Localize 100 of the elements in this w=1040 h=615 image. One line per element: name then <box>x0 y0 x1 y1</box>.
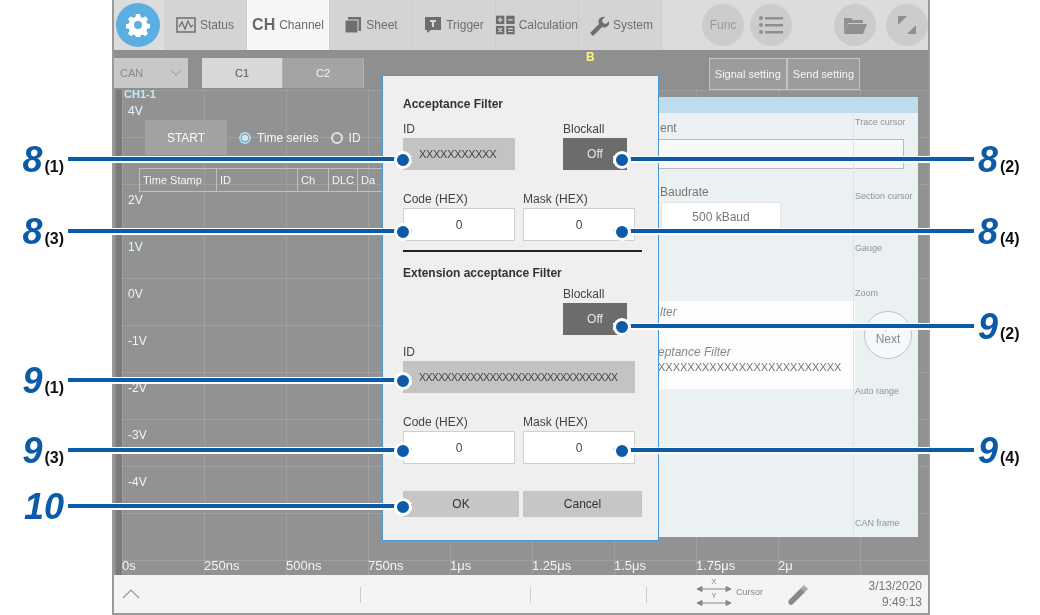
axis-label: 2μ <box>778 558 794 573</box>
axis-label: 0V <box>128 287 144 303</box>
usb-drive-icon <box>786 583 810 607</box>
axis-label: 2V <box>128 193 144 209</box>
toolbar-tab[interactable]: Sheet <box>330 0 413 50</box>
callout-part: (4) <box>1000 449 1020 467</box>
callout-part: (4) <box>1000 230 1020 248</box>
axis-label: 250ns <box>204 558 241 573</box>
field-label: Mask (HEX) <box>523 192 589 208</box>
cursor-label: Cursor <box>736 587 763 597</box>
folder-button[interactable] <box>834 4 876 46</box>
setting-button[interactable]: Send setting <box>786 58 860 90</box>
view-radio[interactable]: Time series <box>239 130 319 145</box>
callout-number: 9 <box>978 309 999 345</box>
callout-part: (3) <box>44 230 64 248</box>
settings-icon <box>126 13 150 37</box>
blockall-toggle[interactable]: Off <box>563 138 627 170</box>
chevron-up-icon[interactable] <box>122 589 140 599</box>
toolbar-tab[interactable]: Calculation <box>496 0 579 50</box>
axis-label: 1.75μs <box>696 558 737 573</box>
callout-number: 8 <box>978 214 999 250</box>
field-label: Blockall <box>563 287 606 303</box>
cursor-marker-label: B <box>586 50 595 64</box>
toolbar-tab[interactable]: System <box>579 0 662 50</box>
menu-item[interactable]: Trace cursor <box>855 117 906 127</box>
axis-label: 1V <box>128 240 144 256</box>
callout-number: 9 <box>978 433 999 469</box>
calculator-icon <box>496 15 515 35</box>
callout-part: (2) <box>1000 158 1020 176</box>
field-label: Baudrate <box>660 185 709 199</box>
axis-label: 750ns <box>368 558 405 573</box>
callout-number: 9 <box>22 433 43 469</box>
waveform-icon <box>176 17 196 33</box>
toolbar-tab[interactable]: Trigger <box>413 0 496 50</box>
view-radio[interactable]: ID <box>330 130 361 145</box>
trigger-icon <box>424 16 443 34</box>
date-text: 3/13/2020 <box>868 578 922 594</box>
folder-icon <box>843 15 867 35</box>
field-label: ID <box>403 122 416 138</box>
axis-label: -4V <box>128 475 147 491</box>
axis-label: 0s <box>122 558 137 573</box>
expand-button[interactable] <box>886 4 928 46</box>
axis-label: 1.25μs <box>532 558 573 573</box>
toolbar-tab[interactable]: CH Channel <box>247 0 330 50</box>
setting-button[interactable]: Signal setting <box>708 58 787 90</box>
id-field[interactable]: XXXXXXXXXXX <box>403 138 515 170</box>
settings-button[interactable] <box>116 3 160 47</box>
cursor-button[interactable]: X Y Cursor <box>696 578 763 606</box>
section-title: Acceptance Filter <box>403 97 505 113</box>
callout-part: (1) <box>44 379 64 397</box>
axis-letter: Y <box>711 592 717 600</box>
double-arrow-icon <box>696 600 732 606</box>
field-label: Mask (HEX) <box>523 415 589 431</box>
column-header: Da <box>360 173 377 188</box>
menu-item[interactable]: CAN frame <box>855 518 900 528</box>
dialog-button[interactable]: OK <box>403 491 519 517</box>
field-label: Code (HEX) <box>403 192 469 208</box>
menu-item[interactable]: Gauge <box>855 243 883 253</box>
time-text: 9:49:13 <box>881 594 922 610</box>
sheets-icon <box>344 16 363 34</box>
mask-field[interactable]: 0 <box>523 208 635 241</box>
callout-part: (3) <box>44 449 64 467</box>
code-field[interactable]: 0 <box>403 431 515 464</box>
menu-item[interactable]: Auto range <box>855 386 900 396</box>
menu-item[interactable]: Section cursor <box>855 191 913 201</box>
dialog-button[interactable]: Cancel <box>523 491 642 517</box>
callout-number: 8 <box>22 142 43 178</box>
double-arrow-icon <box>696 586 732 592</box>
code-field[interactable]: 0 <box>403 208 515 241</box>
axis-label: 500ns <box>286 558 323 573</box>
axis-letter: X <box>711 578 717 586</box>
field-label: ID <box>403 345 416 361</box>
callout-part: (1) <box>44 158 64 176</box>
field-label: Code (HEX) <box>403 415 469 431</box>
axis-label: 1μs <box>450 558 473 573</box>
axis-label: 4V <box>128 104 143 118</box>
module-dropdown[interactable]: CAN <box>114 58 188 88</box>
callout-number: 8 <box>22 214 43 250</box>
toolbar-tab[interactable]: Status <box>164 0 247 50</box>
id-field[interactable]: XXXXXXXXXXXXXXXXXXXXXXXXXXXXXXX <box>403 361 635 393</box>
section-title: Extension acceptance Filter <box>403 266 563 282</box>
filter-label: eptance Filter <box>658 345 731 359</box>
menu-item[interactable]: Zoom <box>855 288 878 298</box>
mask-field[interactable]: 0 <box>523 431 635 464</box>
list-icon <box>759 16 783 34</box>
channel-tab[interactable]: C1 <box>202 58 283 88</box>
blockall-toggle[interactable]: Off <box>563 303 627 335</box>
channel-tab[interactable]: C2 <box>283 58 364 88</box>
field-label: Blockall <box>563 122 606 138</box>
filter-id-text: XXXXXXXXXXXXXXXXXXXXXXXXX <box>658 361 842 373</box>
chevron-down-icon <box>170 69 182 77</box>
list-button[interactable] <box>750 4 792 46</box>
callout-number: 9 <box>22 363 43 399</box>
expand-icon <box>896 14 918 36</box>
field-label: ent <box>660 121 677 135</box>
channel-label: CH1-1 <box>124 88 156 100</box>
callout-part: (2) <box>1000 325 1020 343</box>
axis-label: -3V <box>128 428 147 444</box>
callout-number: 8 <box>978 142 999 178</box>
channel-icon-text: CH <box>252 16 276 34</box>
